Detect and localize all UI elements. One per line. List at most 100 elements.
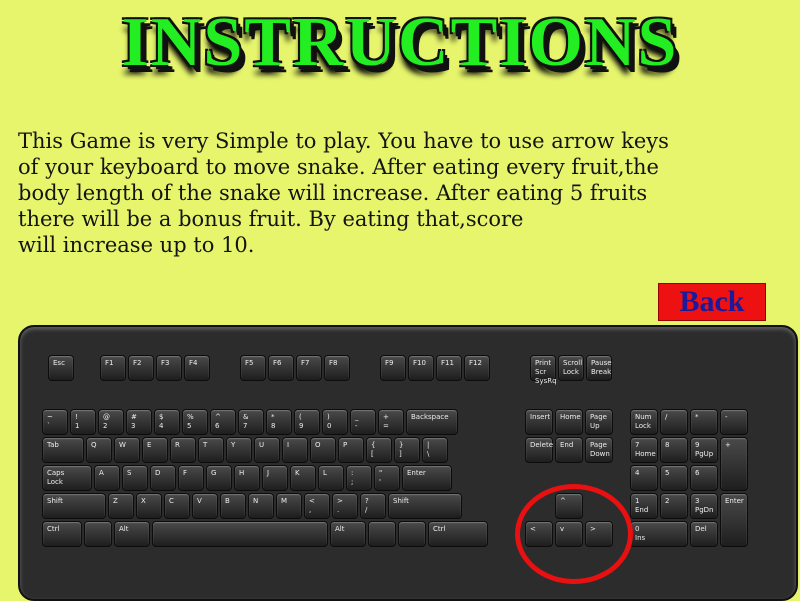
key-numpad: / bbox=[660, 409, 688, 435]
key-nav: Page Up bbox=[585, 409, 613, 435]
key-numpad: 7 Home bbox=[630, 437, 658, 463]
key-alt: Alt bbox=[330, 521, 366, 547]
arrow-keys-highlight-circle bbox=[515, 484, 633, 584]
key-letter: O bbox=[310, 437, 336, 463]
instructions-text: This Game is very Simple to play. You ha… bbox=[18, 128, 788, 258]
key-windows bbox=[368, 521, 396, 547]
key-letter: :; bbox=[346, 465, 372, 491]
key-numpad: 6 bbox=[690, 465, 718, 491]
instruction-line: of your keyboard to move snake. After ea… bbox=[18, 155, 659, 179]
key-letter: K bbox=[290, 465, 316, 491]
key-f: F12 bbox=[464, 355, 490, 381]
key-letter: F bbox=[178, 465, 204, 491]
key-space bbox=[152, 521, 328, 547]
key-shift: Shift bbox=[42, 493, 106, 519]
key-letter: X bbox=[136, 493, 162, 519]
key-esc: Esc bbox=[48, 355, 74, 381]
key-letter: >. bbox=[332, 493, 358, 519]
key-number: ) 0 bbox=[322, 409, 348, 435]
instruction-line: there will be a bonus fruit. By eating t… bbox=[18, 207, 524, 231]
key-number: % 5 bbox=[182, 409, 208, 435]
instruction-line: body length of the snake will increase. … bbox=[18, 181, 648, 205]
key-windows bbox=[84, 521, 112, 547]
key-number: @2 bbox=[98, 409, 124, 435]
key-letter: N bbox=[248, 493, 274, 519]
key-number: & 7 bbox=[238, 409, 264, 435]
key-enter: Enter bbox=[402, 465, 452, 491]
key-number: * 8 bbox=[266, 409, 292, 435]
key-letter: | \ bbox=[422, 437, 448, 463]
key-numpad: - bbox=[720, 409, 748, 435]
key-number: ^ 6 bbox=[210, 409, 236, 435]
key-letter: S bbox=[122, 465, 148, 491]
key-letter: Q bbox=[86, 437, 112, 463]
key-nav: Page Down bbox=[585, 437, 613, 463]
key-f: F9 bbox=[380, 355, 406, 381]
key-letter: L bbox=[318, 465, 344, 491]
key-f: F7 bbox=[296, 355, 322, 381]
key-numpad: 4 bbox=[630, 465, 658, 491]
key-letter: J bbox=[262, 465, 288, 491]
key-numpad: 8 bbox=[660, 437, 688, 463]
key-number: #3 bbox=[126, 409, 152, 435]
key-letter: {[ bbox=[366, 437, 392, 463]
key-number: ! 1 bbox=[70, 409, 96, 435]
key-letter: H bbox=[234, 465, 260, 491]
key-number: + = bbox=[378, 409, 404, 435]
key-ctrl: Ctrl bbox=[428, 521, 488, 547]
key-system: Print Scr SysRq bbox=[530, 355, 557, 385]
key-number: $4 bbox=[154, 409, 180, 435]
key-f: F1 bbox=[100, 355, 126, 381]
key-letter: G bbox=[206, 465, 232, 491]
key-f: F10 bbox=[408, 355, 434, 381]
key-letter: I bbox=[282, 437, 308, 463]
key-letter: T bbox=[198, 437, 224, 463]
key-letter: R bbox=[170, 437, 196, 463]
key-letter: V bbox=[192, 493, 218, 519]
key-letter: ? / bbox=[360, 493, 386, 519]
key-f: F5 bbox=[240, 355, 266, 381]
key-numpad: + bbox=[720, 437, 748, 491]
keyboard-image: Esc F1 F2 F3 F4 F5 F6 F7 F 8 F9 F10 F11 F12 Print Scr Sy… bbox=[18, 325, 798, 601]
key-letter: E bbox=[142, 437, 168, 463]
key-number: (9 bbox=[294, 409, 320, 435]
key-numpad: Del bbox=[690, 521, 718, 547]
key-letter: " ' bbox=[374, 465, 400, 491]
key-numpad: Num Lock bbox=[630, 409, 658, 435]
key-letter: }] bbox=[394, 437, 420, 463]
page-title: INSTRUCTIONS bbox=[121, 4, 679, 81]
key-alt: Alt bbox=[114, 521, 150, 547]
key-nav: Delete bbox=[525, 437, 553, 463]
key-system: Pause Break bbox=[586, 355, 612, 381]
key-numpad: 1 End bbox=[630, 493, 658, 519]
key-letter: Y bbox=[226, 437, 252, 463]
key-f: F11 bbox=[436, 355, 462, 381]
key-numpad: * bbox=[690, 409, 718, 435]
key-backspace: Backspace bbox=[406, 409, 458, 435]
key-letter: Z bbox=[108, 493, 134, 519]
key-letter: B bbox=[220, 493, 246, 519]
key-menu bbox=[398, 521, 426, 547]
key-f: F3 bbox=[156, 355, 182, 381]
key-nav: Insert bbox=[525, 409, 553, 435]
key-letter: M bbox=[276, 493, 302, 519]
key-letter: W bbox=[114, 437, 140, 463]
key-f: F4 bbox=[184, 355, 210, 381]
back-button[interactable]: Back bbox=[658, 283, 766, 321]
key-caps-lock: Caps Lock bbox=[42, 465, 92, 491]
key-nav: Home bbox=[555, 409, 583, 435]
key-number: _ - bbox=[350, 409, 376, 435]
key-f: F6 bbox=[268, 355, 294, 381]
key-number: ~ ` bbox=[42, 409, 68, 435]
key-numpad: 0 Ins bbox=[630, 521, 688, 547]
key-nav: End bbox=[555, 437, 583, 463]
key-f: F2 bbox=[128, 355, 154, 381]
key-numpad: 9 PgUp bbox=[690, 437, 718, 463]
key-letter: <, bbox=[304, 493, 330, 519]
key-numpad: 5 bbox=[660, 465, 688, 491]
key-system: Scroll Lock bbox=[558, 355, 584, 381]
key-tab: Tab bbox=[42, 437, 84, 463]
instruction-line: will increase up to 10. bbox=[18, 233, 255, 257]
key-ctrl: Ctrl bbox=[42, 521, 82, 547]
key-letter: U bbox=[254, 437, 280, 463]
